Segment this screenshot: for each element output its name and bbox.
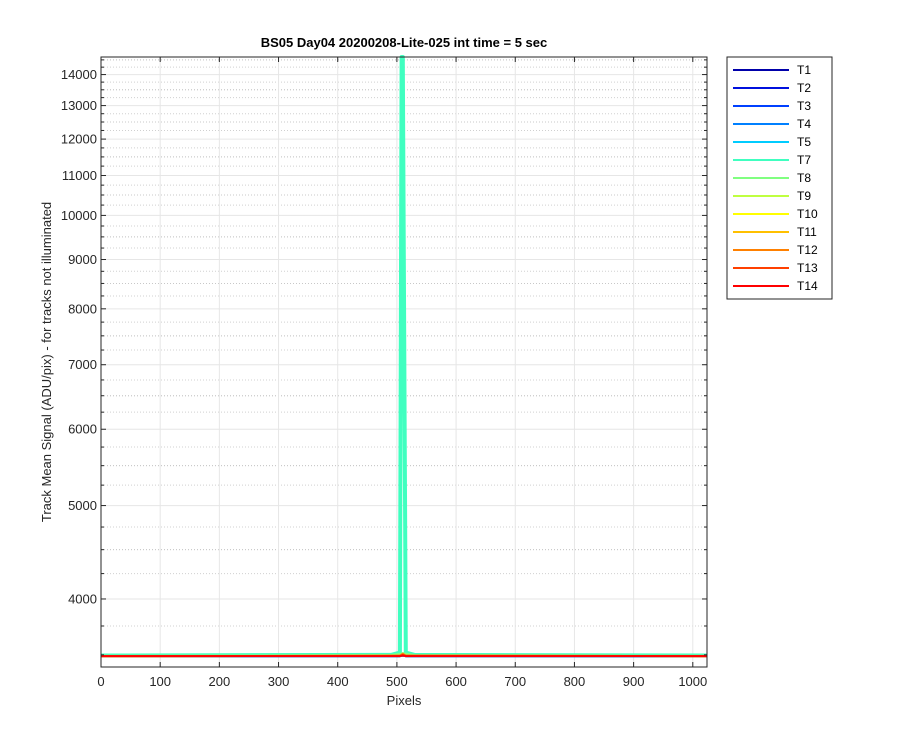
y-tick-label: 9000: [68, 252, 97, 267]
legend[interactable]: T1 T2 T3 T4 T5 T7 T8 T9 T10 T11 T12 T13 T14: [726, 56, 833, 300]
y-tick-label: 13000: [61, 98, 97, 113]
y-tick-label: 5000: [68, 498, 97, 513]
y-tick-label: 7000: [68, 357, 97, 372]
legend-label-t10: T10: [797, 207, 818, 221]
y-tick-label: 8000: [68, 301, 97, 316]
y-tick-label: 14000: [61, 67, 97, 82]
x-tick-label: 1000: [678, 674, 707, 689]
legend-label-t1: T1: [797, 63, 811, 77]
series-line-t14: [101, 654, 707, 658]
legend-label-t11: T11: [797, 225, 817, 239]
legend-label-t9: T9: [797, 189, 811, 203]
x-tick-label: 800: [564, 674, 586, 689]
x-tick-label: 600: [445, 674, 467, 689]
y-tick-label: 12000: [61, 132, 97, 147]
figure: 0 100 200 300 400 500 600 700 800 900 1000 4000 5000…: [0, 0, 900, 750]
y-axis-label: Track Mean Signal (ADU/pix) - for tracks…: [39, 202, 54, 522]
y-tick-label: 6000: [68, 422, 97, 437]
legend-label-t7: T7: [797, 153, 811, 167]
legend-label-t8: T8: [797, 171, 811, 185]
x-tick-label: 500: [386, 674, 408, 689]
legend-label-t5: T5: [797, 135, 811, 149]
legend-label-t4: T4: [797, 117, 811, 131]
y-tick-label: 11000: [62, 168, 97, 183]
x-tick-label: 700: [504, 674, 526, 689]
legend-label-t3: T3: [797, 99, 811, 113]
x-tick-label: 200: [209, 674, 231, 689]
y-tick-label: 4000: [68, 591, 97, 606]
x-tick-label: 400: [327, 674, 349, 689]
y-tick-label: 10000: [61, 208, 97, 223]
x-tick-label: 0: [97, 674, 104, 689]
legend-label-t14: T14: [797, 279, 818, 293]
x-tick-label: 300: [268, 674, 290, 689]
x-axis-label: Pixels: [387, 693, 422, 708]
legend-label-t12: T12: [797, 243, 818, 257]
chart-title: BS05 Day04 20200208-Lite-025 int time = …: [261, 35, 548, 50]
x-tick-label: 100: [149, 674, 171, 689]
x-tick-label: 900: [623, 674, 645, 689]
legend-label-t13: T13: [797, 261, 818, 275]
legend-label-t2: T2: [797, 81, 811, 95]
